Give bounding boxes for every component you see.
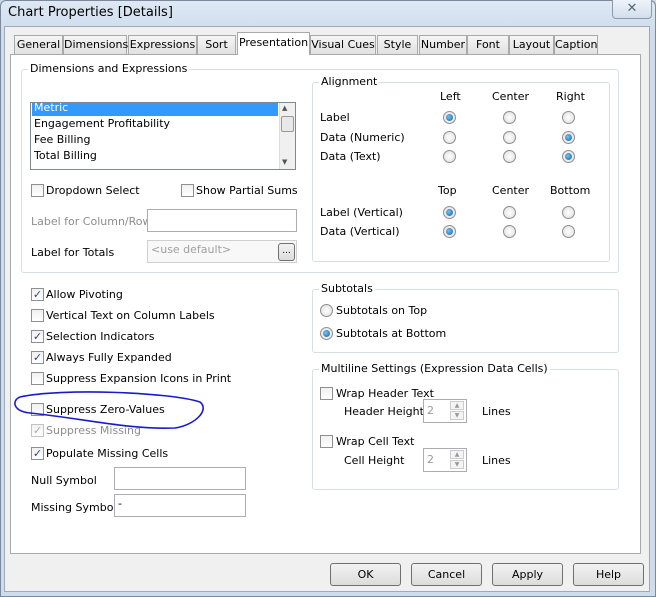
group-label: Multiline Settings (Expression Data Cell… bbox=[319, 362, 550, 375]
subtotals-at-bottom-radio[interactable] bbox=[320, 327, 333, 340]
lines-label: Lines bbox=[482, 405, 511, 418]
cell-height-stepper[interactable]: 2 ▲ ▼ bbox=[423, 448, 467, 472]
missing-symbol-label: Missing Symbol bbox=[31, 501, 117, 514]
null-symbol-label: Null Symbol bbox=[31, 474, 97, 487]
lines-label: Lines bbox=[482, 454, 511, 467]
cell-height-label: Cell Height bbox=[344, 454, 405, 467]
apply-button[interactable]: Apply bbox=[492, 563, 563, 586]
spin-down-icon[interactable]: ▼ bbox=[450, 411, 464, 420]
null-symbol-input[interactable] bbox=[114, 467, 246, 490]
wrap-cell-checkbox[interactable] bbox=[320, 435, 333, 448]
spin-up-icon[interactable]: ▲ bbox=[450, 450, 464, 459]
subtotals-on-top-label: Subtotals on Top bbox=[336, 304, 428, 317]
missing-symbol-input[interactable]: - bbox=[114, 494, 246, 517]
header-height-label: Header Height bbox=[344, 405, 424, 418]
tab-presentation[interactable]: Presentation bbox=[237, 32, 310, 55]
spin-down-icon[interactable]: ▼ bbox=[450, 460, 464, 469]
subtotals-group: Subtotals bbox=[312, 282, 619, 353]
subtotals-at-bottom-label: Subtotals at Bottom bbox=[336, 327, 447, 340]
spin-up-icon[interactable]: ▲ bbox=[450, 401, 464, 410]
wrap-header-checkbox[interactable] bbox=[320, 387, 333, 400]
wrap-cell-label: Wrap Cell Text bbox=[336, 435, 415, 448]
header-height-value: 2 bbox=[427, 404, 434, 417]
subtotals-on-top-radio[interactable] bbox=[320, 304, 333, 317]
ok-button[interactable]: OK bbox=[330, 563, 401, 586]
cancel-button[interactable]: Cancel bbox=[411, 563, 482, 586]
group-label: Subtotals bbox=[319, 282, 375, 295]
wrap-header-label: Wrap Header Text bbox=[336, 387, 434, 400]
help-button[interactable]: Help bbox=[573, 563, 644, 586]
cell-height-value: 2 bbox=[427, 453, 434, 466]
header-height-stepper[interactable]: 2 ▲ ▼ bbox=[423, 399, 467, 423]
